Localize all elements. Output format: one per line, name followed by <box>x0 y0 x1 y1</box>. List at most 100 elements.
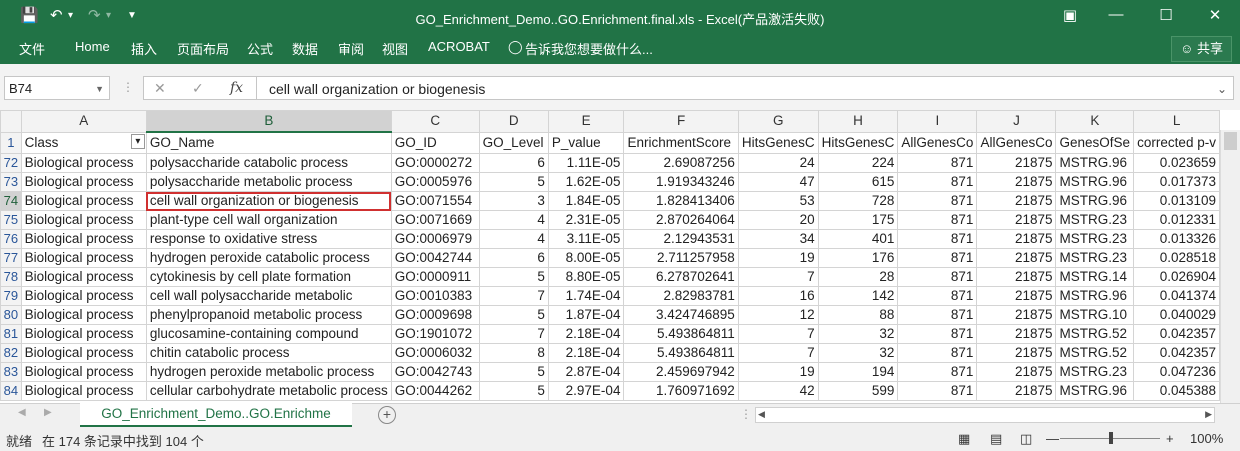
cell[interactable]: 224 <box>817 153 899 173</box>
cell[interactable]: 2.31E-05 <box>547 210 625 230</box>
cell[interactable]: polysaccharide metabolic process <box>145 172 392 192</box>
zoom-out-icon[interactable]: — <box>1046 431 1059 446</box>
cell[interactable]: 871 <box>897 362 978 382</box>
cell[interactable]: 2.12943531 <box>623 229 739 249</box>
cell[interactable]: MSTRG.23 <box>1055 210 1135 230</box>
cell[interactable]: phenylpropanoid metabolic process <box>145 305 392 325</box>
header-cell[interactable]: AllGenesCo <box>976 131 1057 154</box>
cell[interactable]: 0.042357 <box>1133 324 1220 344</box>
tab-formulas[interactable]: 公式 <box>247 39 273 58</box>
cell[interactable]: MSTRG.96 <box>1055 191 1135 211</box>
cell[interactable]: Biological process <box>20 210 147 230</box>
cell[interactable]: 6.278702641 <box>623 267 739 287</box>
cell[interactable]: 0.013109 <box>1133 191 1220 211</box>
cell[interactable]: 871 <box>897 153 978 173</box>
tell-me-icon[interactable]: ◯ <box>508 39 523 55</box>
cell[interactable]: Biological process <box>20 229 147 249</box>
cell[interactable]: 0.042357 <box>1133 343 1220 363</box>
cell[interactable]: 19 <box>737 362 819 382</box>
cell[interactable]: Biological process <box>20 305 147 325</box>
cell[interactable]: MSTRG.96 <box>1055 153 1135 173</box>
insert-function-icon[interactable]: fx <box>230 80 243 96</box>
header-cell[interactable]: P_value <box>547 131 625 154</box>
cell[interactable]: 21875 <box>976 172 1057 192</box>
cell[interactable]: 8.80E-05 <box>547 267 625 287</box>
cell[interactable]: 7 <box>737 267 819 287</box>
cell[interactable]: 5 <box>478 381 549 401</box>
cell[interactable]: glucosamine-containing compound <box>145 324 392 344</box>
cell[interactable]: 1.62E-05 <box>547 172 625 192</box>
cell[interactable]: 21875 <box>976 248 1057 268</box>
cell[interactable]: 21875 <box>976 343 1057 363</box>
add-sheet-icon[interactable]: + <box>378 406 396 424</box>
cell[interactable]: 21875 <box>976 305 1057 325</box>
cell[interactable]: 871 <box>897 248 978 268</box>
cell[interactable]: 21875 <box>976 324 1057 344</box>
row-header[interactable]: 74 <box>0 191 22 211</box>
share-button[interactable]: ☺ 共享 <box>1171 36 1232 62</box>
cell[interactable]: 19 <box>737 248 819 268</box>
column-header-e[interactable]: E <box>547 110 625 133</box>
cell[interactable]: 1.84E-05 <box>547 191 625 211</box>
cell[interactable]: 21875 <box>976 191 1057 211</box>
cell[interactable]: 871 <box>897 381 978 401</box>
column-header-a[interactable]: A <box>20 110 147 133</box>
cell[interactable]: 728 <box>817 191 899 211</box>
cell[interactable]: GO:0042743 <box>390 362 480 382</box>
cell[interactable]: GO:0010383 <box>390 286 480 306</box>
cell[interactable]: Biological process <box>20 343 147 363</box>
cell[interactable]: MSTRG.96 <box>1055 172 1135 192</box>
cell[interactable]: Biological process <box>20 153 147 173</box>
page-break-view-icon[interactable]: ◫ <box>1020 431 1032 447</box>
header-cell[interactable]: AllGenesCo <box>897 131 978 154</box>
column-header-j[interactable]: J <box>976 110 1057 133</box>
cell[interactable]: 0.012331 <box>1133 210 1220 230</box>
cell[interactable]: 7 <box>737 343 819 363</box>
header-cell[interactable]: corrected p-v <box>1133 131 1220 154</box>
cell[interactable]: polysaccharide catabolic process <box>145 153 392 173</box>
column-header-f[interactable]: F <box>623 110 739 133</box>
prev-sheet-icon[interactable]: ◀ <box>18 407 26 418</box>
expand-formula-icon[interactable]: ⌄ <box>1217 77 1227 101</box>
cell[interactable]: GO:0071669 <box>390 210 480 230</box>
cell[interactable]: 24 <box>737 153 819 173</box>
cell[interactable]: 0.026904 <box>1133 267 1220 287</box>
cell[interactable]: 871 <box>897 267 978 287</box>
cell[interactable]: 1.828413406 <box>623 191 739 211</box>
row-header[interactable]: 75 <box>0 210 22 230</box>
cell[interactable]: 871 <box>897 324 978 344</box>
zoom-in-icon[interactable]: + <box>1166 431 1174 446</box>
row-header[interactable]: 73 <box>0 172 22 192</box>
cell[interactable]: MSTRG.52 <box>1055 324 1135 344</box>
column-header-c[interactable]: C <box>390 110 480 133</box>
cell[interactable]: Biological process <box>20 248 147 268</box>
minimize-button[interactable]: — <box>1106 6 1126 23</box>
cell[interactable]: MSTRG.96 <box>1055 381 1135 401</box>
cell[interactable]: 7 <box>478 286 549 306</box>
cell[interactable]: 88 <box>817 305 899 325</box>
cell[interactable]: Biological process <box>20 267 147 287</box>
cell[interactable]: 32 <box>817 343 899 363</box>
cell[interactable]: Biological process <box>20 191 147 211</box>
cell[interactable]: Biological process <box>20 286 147 306</box>
selected-cell[interactable]: cell wall organization or biogenesis <box>145 191 392 211</box>
tab-data[interactable]: 数据 <box>292 39 318 58</box>
row-header[interactable]: 78 <box>0 267 22 287</box>
select-all-corner[interactable] <box>0 110 22 133</box>
header-cell[interactable]: Class ▾ <box>20 131 147 154</box>
cell[interactable]: cytokinesis by cell plate formation <box>145 267 392 287</box>
cell[interactable]: 42 <box>737 381 819 401</box>
cell[interactable]: 871 <box>897 172 978 192</box>
cell[interactable]: 0.017373 <box>1133 172 1220 192</box>
sheet-tab[interactable]: GO_Enrichment_Demo..GO.Enrichme <box>80 403 352 427</box>
cell[interactable]: 5 <box>478 172 549 192</box>
cell[interactable]: 0.045388 <box>1133 381 1220 401</box>
column-header-k[interactable]: K <box>1055 110 1135 133</box>
cell[interactable]: hydrogen peroxide catabolic process <box>145 248 392 268</box>
cell[interactable]: GO:0006032 <box>390 343 480 363</box>
cell[interactable]: Biological process <box>20 172 147 192</box>
cell[interactable]: MSTRG.52 <box>1055 343 1135 363</box>
cell[interactable]: 1.919343246 <box>623 172 739 192</box>
header-cell[interactable]: EnrichmentScore <box>623 131 739 154</box>
header-cell[interactable]: GO_Level <box>478 131 549 154</box>
